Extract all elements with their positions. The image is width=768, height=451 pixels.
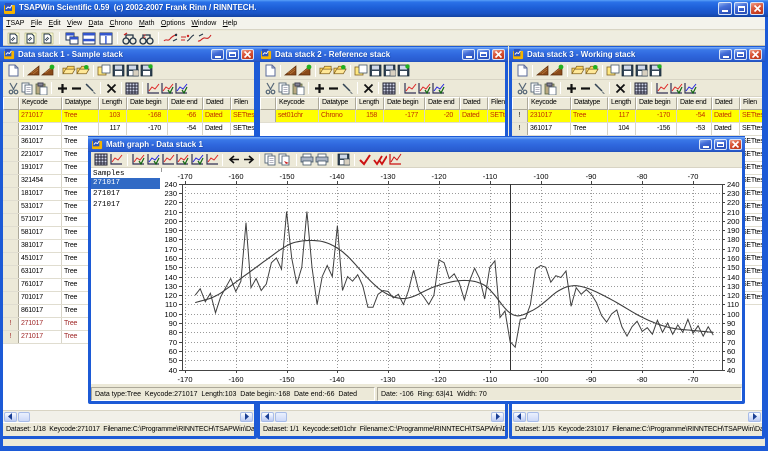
svg-text:80: 80 [169,328,177,337]
svg-text:90: 90 [169,319,177,328]
svg-text:-170: -170 [177,375,192,384]
svg-text:-130: -130 [380,375,395,384]
svg-text:70: 70 [169,338,177,347]
svg-text:60: 60 [169,347,177,356]
svg-text:240: 240 [164,180,177,189]
svg-text:160: 160 [164,254,177,263]
svg-text:170: 170 [727,245,740,254]
svg-text:90: 90 [727,319,735,328]
svg-text:100: 100 [164,310,177,319]
svg-text:-130: -130 [380,172,395,181]
svg-text:220: 220 [164,198,177,207]
svg-text:-90: -90 [586,172,597,181]
svg-text:230: 230 [727,189,740,198]
svg-text:-120: -120 [431,375,446,384]
svg-text:180: 180 [164,235,177,244]
svg-text:190: 190 [164,226,177,235]
svg-text:-150: -150 [279,172,294,181]
svg-text:120: 120 [164,291,177,300]
svg-text:140: 140 [164,273,177,282]
svg-text:140: 140 [727,273,740,282]
svg-text:50: 50 [169,356,177,365]
svg-text:-170: -170 [177,172,192,181]
svg-text:240: 240 [727,180,740,189]
svg-text:-100: -100 [533,375,548,384]
svg-text:110: 110 [727,300,739,309]
svg-text:150: 150 [727,263,740,272]
svg-text:-150: -150 [279,375,294,384]
svg-text:-80: -80 [637,375,648,384]
svg-text:150: 150 [164,263,177,272]
svg-text:200: 200 [727,217,740,226]
svg-text:210: 210 [727,208,740,217]
svg-text:-140: -140 [329,375,344,384]
svg-text:-70: -70 [688,375,699,384]
svg-text:-70: -70 [688,172,699,181]
svg-text:-80: -80 [637,172,648,181]
svg-text:210: 210 [164,208,177,217]
svg-text:200: 200 [164,217,177,226]
svg-text:60: 60 [727,347,735,356]
svg-text:160: 160 [727,254,740,263]
svg-text:170: 170 [164,245,177,254]
svg-text:130: 130 [164,282,177,291]
svg-text:100: 100 [727,310,740,319]
svg-text:120: 120 [727,291,740,300]
svg-text:-160: -160 [228,375,243,384]
svg-text:-90: -90 [586,375,597,384]
svg-text:-110: -110 [483,172,497,181]
svg-text:70: 70 [727,338,735,347]
svg-text:-120: -120 [431,172,446,181]
svg-text:-100: -100 [533,172,548,181]
svg-text:-140: -140 [329,172,344,181]
svg-text:180: 180 [727,235,740,244]
svg-text:-160: -160 [228,172,243,181]
svg-text:110: 110 [165,300,177,309]
svg-text:190: 190 [727,226,740,235]
svg-text:-110: -110 [483,375,497,384]
svg-text:80: 80 [727,328,735,337]
svg-text:130: 130 [727,282,740,291]
svg-text:50: 50 [727,356,735,365]
svg-text:40: 40 [169,366,177,375]
svg-text:230: 230 [164,189,177,198]
svg-text:220: 220 [727,198,740,207]
svg-text:40: 40 [727,366,735,375]
svg-text:z: z [143,34,146,40]
